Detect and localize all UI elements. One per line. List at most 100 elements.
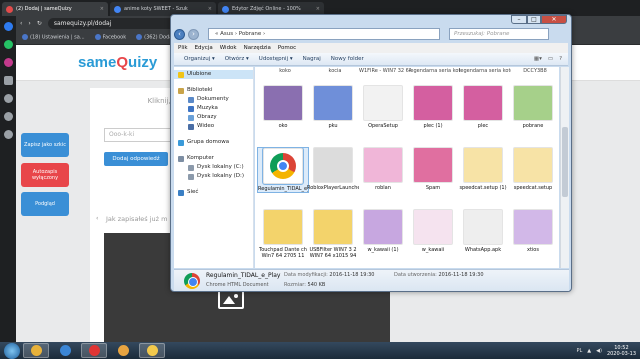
file-item[interactable]: xtios [507,209,559,253]
file-item[interactable]: Regulamin_TIDAL_e_Play [257,147,309,193]
nav-label: Dysk lokalny (C:) [197,164,244,170]
nav-item[interactable]: Grupa domowa [174,138,253,147]
view-options-icon[interactable]: ▦▾ [534,56,542,62]
start-button[interactable] [4,342,20,359]
search-field[interactable]: Przeszukaj: Pobrane [449,28,549,40]
save-draft-button[interactable]: Zapisz jako szkic [21,133,69,157]
help-icon[interactable]: ? [559,56,562,62]
file-label[interactable]: DCCY3B8 [509,68,559,74]
maximize-button[interactable]: □ [527,15,541,24]
file-item[interactable]: OperaSetup [357,85,409,129]
nav-label: Ulubione [187,71,212,77]
nav-item[interactable]: Biblioteki [174,86,253,95]
instagram-icon[interactable] [3,58,13,67]
file-item[interactable]: WhatsApp.apk [457,209,509,253]
nav-item[interactable]: Muzyka [174,104,253,113]
file-item[interactable]: pku [307,85,359,129]
file-label[interactable]: koko [259,68,311,74]
taskbar-app[interactable] [139,343,165,358]
volume-icon[interactable]: ◀) [596,348,602,354]
close-tab-icon[interactable]: × [100,6,104,12]
scrollbar-thumb[interactable] [562,127,568,197]
network-icon[interactable]: ▲ [587,348,591,354]
nav-item[interactable]: Dysk lokalny (C:) [174,163,253,172]
file-label[interactable]: legendarna seria koteki (1) [409,68,461,74]
clock-icon[interactable] [3,94,13,103]
close-tab-icon[interactable]: × [208,6,212,12]
file-label[interactable]: W1FIRe - WIN7 32 64 x60171 [359,68,411,74]
nav-item[interactable]: Wideo [174,122,253,131]
menu-item[interactable]: Widok [220,43,237,53]
file-thumbnail-icon [263,85,303,121]
browser-tab[interactable]: (2) Dodaj | sameQuizy × [2,2,108,16]
file-item[interactable]: roblan [357,147,409,191]
language-indicator[interactable]: PL [576,348,582,354]
clock[interactable]: 10:52 2020-03-13 [607,345,636,357]
preview-pane-icon[interactable]: ▭ [548,56,553,62]
scrollbar[interactable] [560,67,569,268]
taskbar: PL ▲ ◀) 10:52 2020-03-13 [0,342,640,359]
settings-icon[interactable] [3,130,13,139]
send-icon[interactable] [3,76,13,85]
taskbar-app[interactable] [110,343,136,358]
file-item[interactable]: w_kawaii (1) [357,209,409,253]
file-view: kokokociaW1FIRe - WIN7 32 64 x60171legen… [255,67,559,268]
taskbar-app[interactable] [52,343,78,358]
whatsapp-icon[interactable] [3,40,13,49]
menu-item[interactable]: Plik [178,43,188,53]
menu-item[interactable]: Narzędzia [244,43,271,53]
toolbar-button[interactable]: Organizuj ▾ [184,56,215,62]
taskbar-app[interactable] [23,343,49,358]
toolbar-button[interactable]: Nagraj [303,56,321,62]
reload-icon[interactable]: ↻ [37,20,42,27]
back-button[interactable]: ‹ [174,28,185,40]
forward-icon[interactable]: › [28,20,30,27]
nav-item[interactable]: Obrazy [174,113,253,122]
menu-item[interactable]: Edycja [195,43,213,53]
file-item[interactable]: plec [457,85,509,129]
autosave-button[interactable]: Autozapis wyłączony [21,163,69,187]
file-item[interactable]: speedcat.setup [507,147,559,191]
path-field[interactable]: « Asus › Pobrane › [208,28,440,40]
bookmark-1[interactable]: (18) Ustawienia | sa... [22,34,85,41]
close-tab-icon[interactable]: × [316,6,320,12]
menu-bar: Plik Edycja Widok Narzędzia Pomoc [174,43,568,53]
file-item[interactable]: Touchpad Dante ch Win7 64 2705 11 [257,209,309,259]
nav-item[interactable]: Dysk lokalny (D:) [174,172,253,181]
close-button[interactable]: ✕ [541,15,567,24]
menu-item[interactable]: Pomoc [278,43,296,53]
file-item[interactable]: Spam [407,147,459,191]
site-logo[interactable]: sameQuizy [78,54,157,71]
window-titlebar[interactable]: – □ ✕ [171,15,571,25]
file-item[interactable]: plec (1) [407,85,459,129]
bookmark-2[interactable]: Facebook [94,34,126,41]
nav-item[interactable]: Sieć [174,188,253,197]
file-item[interactable]: USBFilter WIN7 3 2 WIN7 64 x1015 94 [307,209,359,259]
detail-type: Chrome HTML Document [206,282,269,288]
minimize-button[interactable]: – [511,15,527,24]
taskbar-app[interactable] [81,343,107,358]
add-answer-button[interactable]: Dodaj odpowiedź [104,152,168,166]
toolbar-button[interactable]: Udostępnij ▾ [259,56,293,62]
file-item[interactable]: RobloxPlayerLauncher [307,147,359,191]
heart-icon[interactable] [3,112,13,121]
nav-item[interactable]: Dokumenty [174,95,253,104]
messenger-icon[interactable] [3,22,13,31]
back-icon[interactable]: ‹ [20,20,22,27]
nav-label: Grupa domowa [187,139,230,145]
file-name: plec (1) [423,123,443,129]
nav-item[interactable]: Ulubione [174,70,253,79]
toolbar-button[interactable]: Nowy folder [331,56,364,62]
file-item[interactable]: oko [257,85,309,129]
explorer-navbar: ‹ › « Asus › Pobrane › Przeszukaj: Pobra… [174,27,570,41]
file-item[interactable]: speedcat.setup (1) [457,147,509,191]
file-label[interactable]: legendarna seria koteki [459,68,511,74]
nav-item[interactable]: Komputer [174,154,253,163]
toolbar-button[interactable]: Otwórz ▾ [225,56,249,62]
file-label[interactable]: kocia [309,68,361,74]
file-item[interactable]: pobrane [507,85,559,129]
bookmark-3[interactable]: (362) Dodaj [136,34,174,41]
forward-button[interactable]: › [188,28,199,40]
preview-button[interactable]: Podgląd [21,192,69,216]
file-item[interactable]: w_kawaii [407,209,459,253]
